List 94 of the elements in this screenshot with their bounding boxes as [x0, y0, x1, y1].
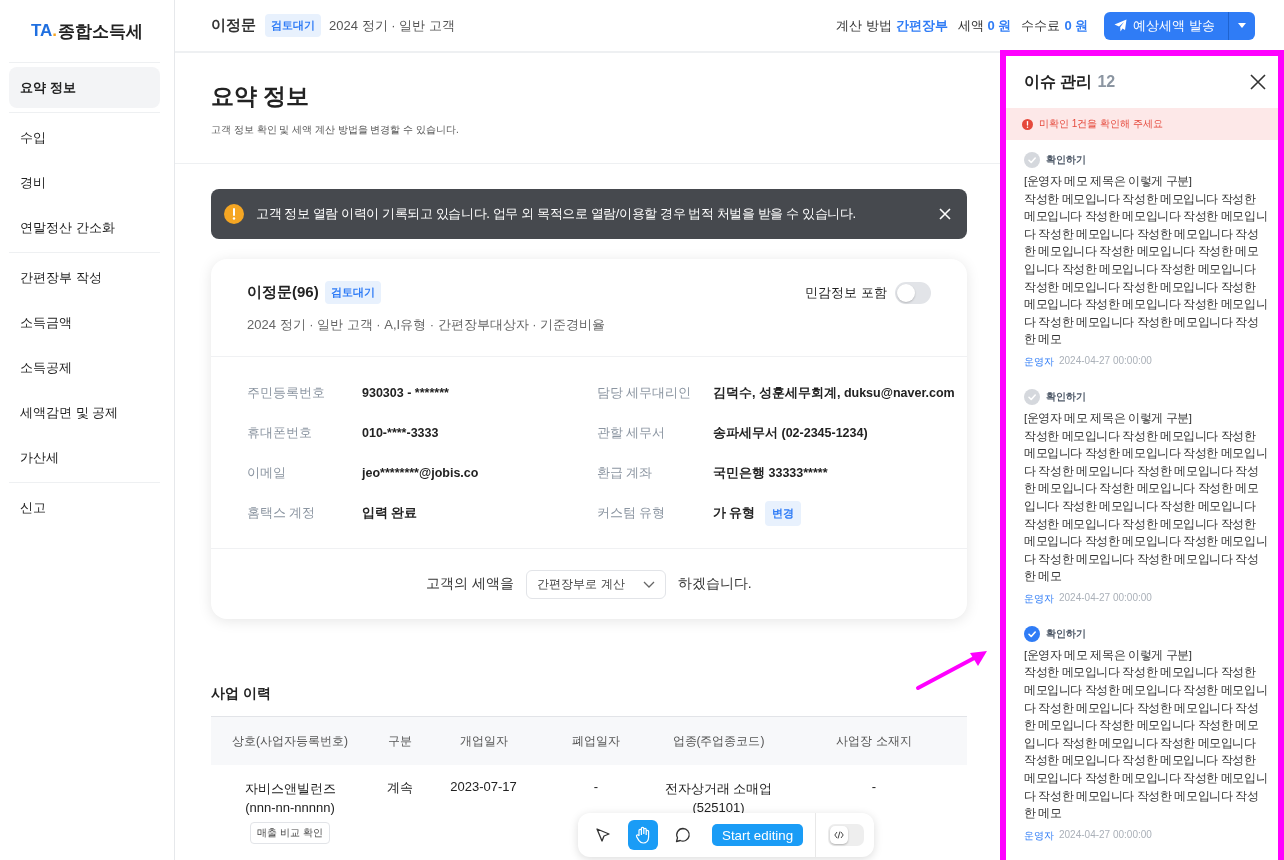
sidebar-item[interactable]: 간편장부 작성	[9, 257, 160, 298]
notice-text: 고객 정보 열람 이력이 기록되고 있습니다. 업무 외 목적으로 열람/이용할 경우 법적 처벌을 받을 수 있습니다.	[256, 205, 857, 223]
check-circle-icon[interactable]	[1024, 388, 1040, 405]
speech-bubble-icon	[675, 827, 691, 843]
sidebar-item[interactable]: 신고	[9, 487, 160, 528]
field-label: 관할 세무서	[597, 424, 667, 442]
business-name: 자비스앤빌런즈 (nnn-nn-nnnnn)	[243, 780, 337, 817]
confirm-label: 확인하기	[1046, 153, 1086, 167]
summary-label: 수수료	[1021, 16, 1061, 35]
field-label: 이메일	[247, 464, 287, 482]
summary-value: 0 원	[1064, 16, 1089, 35]
status-badge: 검토대기	[265, 14, 321, 37]
confirm-label: 확인하기	[1046, 626, 1086, 641]
field-label: 환급 계좌	[597, 464, 654, 482]
send-button[interactable]: 예상세액 발송	[1104, 11, 1228, 40]
sidebar-item[interactable]: 연말정산 간소화	[9, 207, 160, 248]
confirm-label: 확인하기	[1046, 389, 1086, 404]
check-circle-icon[interactable]	[1024, 625, 1040, 642]
table-cell: -	[871, 779, 877, 794]
memo-text: [운영자 메모 제목은 이렇게 구분] 작성한 메모입니다 작성한 메모입니다 작성한 메모입니다 작성한 메모입니다 작성한 메모입니다 작성한 메모입니다 작성한 메모입니다 작성한 메모입니다 작성한 메모입니다 작성한 메모입니다 작성한 메모입니다 작성한 메모입니다 작성한 메모입니다 작성한 메모입니다 작성한 메모입니다 작성한 메모입니다 작성한 메모입니다 작성한 메모입니다 작성한 메모입니다 작성한 메모	[1024, 174, 1268, 348]
caret-down-icon	[1238, 23, 1246, 28]
issue-count: 12	[1097, 73, 1116, 91]
paper-plane-icon	[1114, 19, 1128, 32]
field-value: 송파세무서 (02-2345-1234)	[713, 424, 868, 442]
customer-meta: 2024 정기 · 일반 고객 · A,I유형 · 간편장부대상자 · 기준경비율	[247, 316, 607, 334]
column-header: 폐업일자	[536, 716, 656, 765]
dropdown-button[interactable]	[1228, 11, 1255, 40]
sidebar-item[interactable]: 수입	[9, 117, 160, 158]
sales-compare-button[interactable]: 매출 비교 확인	[250, 822, 330, 844]
memo-author: 운영자	[1024, 354, 1054, 369]
calc-prefix: 고객의 세액을	[426, 575, 515, 593]
summary-label: 계산 방법	[836, 16, 892, 35]
customer-meta: 2024 정기 · 일반 고객	[329, 16, 455, 35]
summary-value: 간편장부	[895, 16, 948, 35]
column-header: 사업장 소재지	[781, 716, 967, 765]
column-header: 상호(사업자등록번호)	[211, 716, 369, 765]
pointer-icon	[595, 827, 611, 843]
page-title: 요약 정보	[211, 82, 311, 111]
memo-author: 운영자	[1024, 591, 1054, 606]
memo-text: [운영자 메모 제목은 이렇게 구분] 작성한 메모입니다 작성한 메모입니다 작성한 메모입니다 작성한 메모입니다 작성한 메모입니다 작성한 메모입니다 작성한 메모입니다 작성한 메모입니다 작성한 메모입니다 작성한 메모입니다 작성한 메모입니다 작성한 메모입니다 작성한 메모입니다 작성한 메모입니다 작성한 메모입니다 작성한 메모입니다 작성한 메모입니다 작성한 메모입니다 작성한 메모입니다 작성한 메모	[1024, 410, 1268, 585]
sidebar-item[interactable]: 소득금액	[9, 302, 160, 343]
toggle-label: 민감정보 포함	[805, 284, 887, 302]
warning-icon	[224, 204, 244, 224]
logo: TA.종합소득세	[29, 20, 145, 43]
table-cell: -	[593, 779, 599, 794]
field-label: 커스텀 유형	[597, 504, 667, 522]
toggle-switch[interactable]	[895, 282, 931, 304]
sidebar-item[interactable]: 가산세	[9, 437, 160, 478]
calc-suffix: 하겠습니다.	[677, 575, 752, 593]
section-title: 사업 이력	[211, 685, 272, 703]
panel-title: 이슈 관리	[1024, 71, 1093, 92]
sidebar-item[interactable]: 세액감면 및 공제	[9, 392, 160, 433]
field-value: 입력 완료	[362, 504, 418, 522]
table-cell: 계속	[387, 780, 413, 795]
page-subtitle: 고객 정보 확인 및 세액 계산 방법을 변경할 수 있습니다.	[211, 123, 460, 137]
sidebar-item[interactable]: 소득공제	[9, 347, 160, 388]
field-value: jeo********@jobis.co	[362, 466, 479, 480]
hand-icon	[635, 826, 651, 844]
field-label: 휴대폰번호	[247, 424, 313, 442]
field-value: 010-****-3333	[362, 426, 439, 440]
alert-text: 미확인 1건을 확인해 주세요	[1039, 117, 1163, 131]
memo-date: 2024-04-27 00:00:00	[1059, 354, 1152, 368]
field-value: 가 유형	[713, 504, 756, 522]
sidebar-item[interactable]: 요약 정보	[9, 67, 160, 108]
calculation-select[interactable]: 간편장부로 계산	[526, 569, 666, 599]
chevron-down-icon	[642, 580, 655, 588]
status-badge: 검토대기	[324, 281, 381, 304]
field-label: 주민등록번호	[247, 384, 326, 402]
change-button[interactable]: 변경	[765, 500, 802, 526]
summary-value: 0 원	[987, 16, 1012, 35]
field-label: 홈택스 계정	[247, 504, 317, 522]
close-icon[interactable]	[1250, 74, 1266, 90]
memo-author: 운영자	[1024, 828, 1054, 843]
sidebar-item[interactable]: 경비	[9, 162, 160, 203]
column-header: 개업일자	[431, 716, 536, 765]
field-value: 국민은행 33333*****	[713, 464, 828, 482]
memo-text: [운영자 메모 제목은 이렇게 구분] 작성한 메모입니다 작성한 메모입니다 작성한 메모입니다 작성한 메모입니다 작성한 메모입니다 작성한 메모입니다 작성한 메모입니다 작성한 메모입니다 작성한 메모입니다 작성한 메모입니다 작성한 메모입니다 작성한 메모입니다 작성한 메모입니다 작성한 메모입니다 작성한 메모입니다 작성한 메모입니다 작성한 메모입니다 작성한 메모입니다 작성한 메모입니다 작성한 메모	[1024, 647, 1268, 822]
column-header: 업종(주업종코드)	[656, 716, 781, 765]
code-icon	[834, 831, 845, 839]
field-value: 930303 - *******	[362, 386, 449, 400]
field-label: 담당 세무대리인	[597, 384, 693, 402]
memo-date: 2024-04-27 00:00:00	[1059, 591, 1152, 605]
error-icon	[1022, 118, 1033, 130]
field-value: 김덕수, 성훈세무회계, duksu@naver.com	[713, 384, 955, 402]
summary-label: 세액	[957, 16, 984, 35]
hand-tool-button[interactable]	[628, 820, 658, 850]
table-cell-text: 전자상거래 소매업 (525101)	[663, 780, 774, 817]
memo-date: 2024-04-27 00:00:00	[1059, 828, 1152, 842]
code-toggle[interactable]	[828, 824, 865, 846]
customer-name: 이정문(96)	[247, 283, 319, 302]
check-circle-icon[interactable]	[1024, 152, 1040, 168]
table-cell: 2023-07-17	[450, 779, 517, 794]
column-header: 구분	[369, 716, 431, 765]
customer-name: 이정문	[211, 16, 256, 35]
